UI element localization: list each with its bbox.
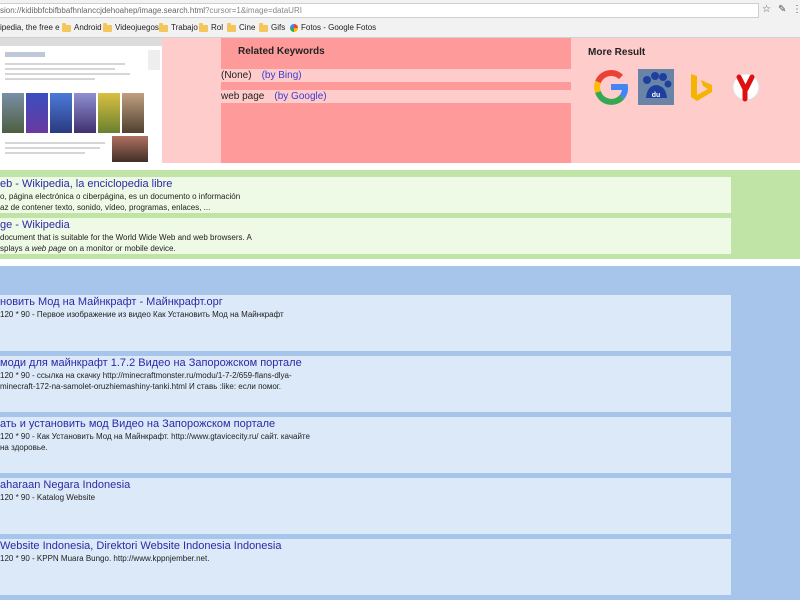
bookmark-android[interactable]: Android (62, 19, 102, 37)
svg-text:du: du (652, 92, 661, 99)
result-card: Website Indonesia, Direktori Website Ind… (0, 539, 731, 595)
result-snippet: az de contener texto, sonido, vídeo, pro… (0, 203, 211, 212)
keyword-text: web page (221, 91, 265, 102)
snippet-emphasis: web page (31, 244, 67, 253)
bookmark-label: Videojuegos (115, 23, 159, 32)
keyword-row: web page (by Google) (221, 90, 571, 103)
image-results-section: новить Мод на Майнкрафт - Майнкрафт.орг … (0, 266, 800, 600)
folder-icon (259, 22, 268, 32)
bookmark-label: Fotos - Google Fotos (301, 23, 377, 32)
snippet-part: on a monitor or mobile device. (66, 244, 176, 253)
folder-icon (159, 22, 168, 32)
yandex-icon[interactable] (726, 68, 764, 106)
related-keywords-panel: Related Keywords (None) (by Bing) web pag… (221, 38, 571, 163)
bookmark-rol[interactable]: Rol (199, 19, 223, 37)
bookmark-gifs[interactable]: Gifs (259, 19, 285, 37)
result-snippet: на здоровье. (0, 443, 48, 452)
wikipedia-results-section: eb - Wikipedia, la enciclopedia libre o,… (0, 170, 800, 259)
url-main: sion://kidibbfcbifbbafhnlanccjdehoahep/i… (0, 6, 206, 15)
top-section: Related Keywords (None) (by Bing) web pag… (0, 38, 800, 163)
google-icon[interactable] (592, 68, 630, 106)
bookmark-label: Gifs (271, 23, 286, 32)
result-title-link[interactable]: eb - Wikipedia, la enciclopedia libre (0, 178, 172, 190)
bing-icon[interactable] (682, 68, 720, 106)
search-by-google-link[interactable]: (by Google) (274, 91, 326, 102)
bookmark-star-icon[interactable]: ☆ (762, 3, 771, 16)
query-image-thumbnail (0, 38, 162, 163)
folder-icon (103, 22, 112, 32)
result-snippet: o, página electrónica o ciberpágina, es … (0, 192, 241, 201)
google-photos-icon (290, 24, 298, 32)
result-card: ать и установить мод Видео на Запорожско… (0, 417, 731, 473)
result-card: eb - Wikipedia, la enciclopedia libre o,… (0, 177, 731, 213)
menu-icon[interactable]: ⋮ (792, 3, 800, 16)
result-snippet: 120 * 90 - KPPN Muara Bungo. http://www.… (0, 554, 210, 563)
result-card: aharaan Negara Indonesia 120 * 90 - Kata… (0, 478, 731, 534)
result-snippet: splays a web page on a monitor or mobile… (0, 244, 176, 253)
more-result-title: More Result (588, 47, 646, 58)
result-snippet: 120 * 90 - Первое изображение из видео К… (0, 310, 284, 319)
bookmark-label: Trabajo (171, 23, 198, 32)
result-snippet: minecraft-172-na-samolet-oruzhiemashiny-… (0, 382, 281, 391)
result-card: ge - Wikipedia document that is suitable… (0, 218, 731, 254)
pen-icon[interactable]: ✎ (778, 3, 786, 16)
result-card: моди для майнкрафт 1.7.2 Видео на Запоро… (0, 356, 731, 412)
related-keywords-title: Related Keywords (238, 46, 325, 57)
result-snippet: 120 * 90 - Как Установить Мод на Майнкра… (0, 432, 310, 441)
baidu-icon[interactable]: du (637, 68, 675, 106)
bookmark-trabajo[interactable]: Trabajo (159, 19, 198, 37)
keyword-row: (None) (by Bing) (221, 69, 571, 82)
result-title-link[interactable]: новить Мод на Майнкрафт - Майнкрафт.орг (0, 296, 223, 308)
address-bar-area: sion://kidibbfcbifbbafhnlanccjdehoahep/i… (0, 0, 800, 20)
url-query: ?cursor=1&image=dataURI (205, 6, 302, 15)
url-field[interactable]: sion://kidibbfcbifbbafhnlanccjdehoahep/i… (0, 3, 759, 18)
folder-icon (227, 22, 236, 32)
result-snippet: 120 * 90 - ссылка на скачку http://minec… (0, 371, 292, 380)
bookmark-label: Rol (211, 23, 224, 32)
result-title-link[interactable]: ать и установить мод Видео на Запорожско… (0, 418, 275, 430)
bookmark-google-fotos[interactable]: Fotos - Google Fotos (290, 19, 376, 37)
result-title-link[interactable]: ge - Wikipedia (0, 219, 70, 231)
folder-icon (62, 22, 71, 32)
bookmark-label: ipedia, the free e (0, 23, 60, 32)
result-title-link[interactable]: моди для майнкрафт 1.7.2 Видео на Запоро… (0, 357, 302, 369)
result-snippet: document that is suitable for the World … (0, 233, 252, 242)
bookmarks-bar: ipedia, the free e Android Videojuegos T… (0, 19, 800, 38)
result-title-link[interactable]: aharaan Negara Indonesia (0, 479, 130, 491)
bookmark-label: Android (74, 23, 102, 32)
result-snippet: 120 * 90 - Katalog Website (0, 493, 96, 502)
bookmark-videojuegos[interactable]: Videojuegos (103, 19, 159, 37)
keyword-text: (None) (221, 70, 252, 81)
result-card: новить Мод на Майнкрафт - Майнкрафт.орг … (0, 295, 731, 351)
search-by-bing-link[interactable]: (by Bing) (262, 70, 302, 81)
bookmark-wikipedia[interactable]: ipedia, the free e (0, 19, 60, 37)
bookmark-label: Cine (239, 23, 256, 32)
folder-icon (199, 22, 208, 32)
result-title-link[interactable]: Website Indonesia, Direktori Website Ind… (0, 540, 281, 552)
snippet-part: splays a (0, 244, 32, 253)
bookmark-cine[interactable]: Cine (227, 19, 255, 37)
